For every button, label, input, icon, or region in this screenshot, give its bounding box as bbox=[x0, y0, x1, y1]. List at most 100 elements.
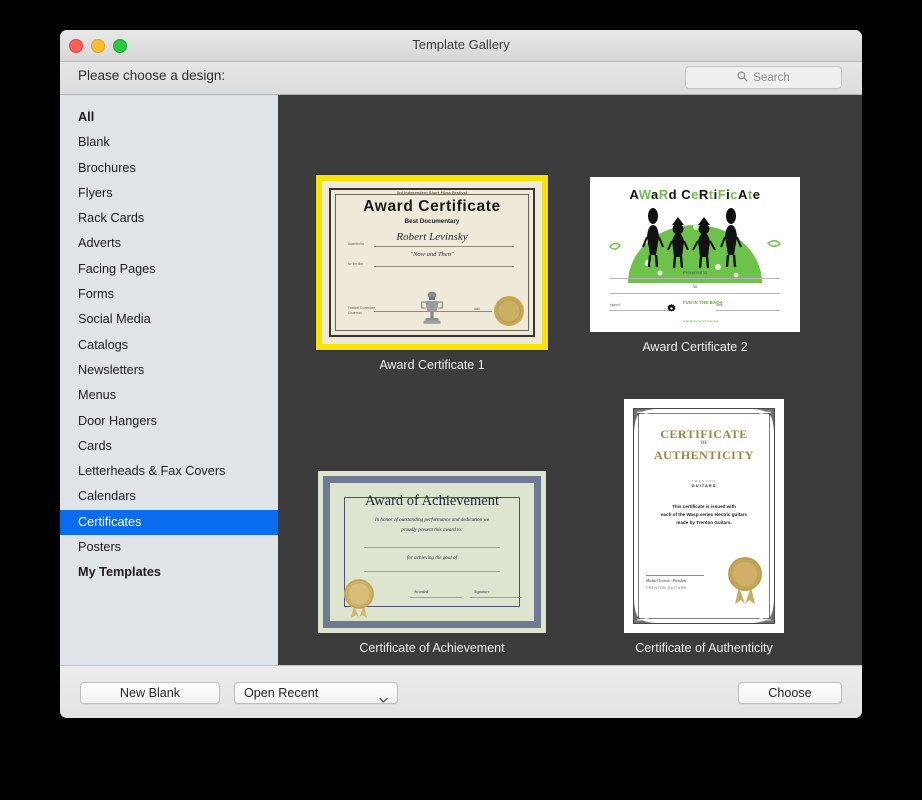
sidebar-item-label: Brochures bbox=[78, 160, 136, 175]
for-the-film-label: for the film bbox=[348, 262, 363, 266]
for-label: for bbox=[692, 284, 698, 289]
sidebar-item-label: Blank bbox=[78, 135, 110, 150]
sidebar-item-label: My Templates bbox=[78, 565, 161, 580]
template-tile-certificate-of-achievement[interactable]: Award of Achievement In honor of outstan… bbox=[318, 471, 546, 655]
certificate-title-line-1: CERTIFICATE bbox=[660, 427, 748, 441]
template-caption: Certificate of Authenticity bbox=[635, 641, 773, 655]
sidebar-item-label: Cards bbox=[78, 438, 112, 453]
sidebar-item-label: Newsletters bbox=[78, 362, 145, 377]
search-input[interactable]: Search bbox=[685, 66, 842, 89]
sidebar-item-door-hangers[interactable]: Door Hangers bbox=[60, 409, 278, 434]
sidebar-item-my-templates[interactable]: My Templates bbox=[60, 560, 278, 585]
template-gallery-window: Template Gallery Please choose a design:… bbox=[60, 30, 862, 718]
new-blank-button[interactable]: New Blank bbox=[80, 682, 220, 704]
name-rule bbox=[374, 246, 514, 247]
body-line-1: This certificate is issued with bbox=[672, 504, 736, 509]
sidebar-item-label: Facing Pages bbox=[78, 261, 156, 276]
awarded-label: Awarded bbox=[414, 589, 429, 594]
window-titlebar: Template Gallery bbox=[60, 30, 862, 62]
sidebar-item-label: Calendars bbox=[78, 489, 136, 504]
category-sidebar[interactable]: All Blank Brochures Flyers Rack Cards Ad… bbox=[60, 95, 278, 665]
gallery-body: All Blank Brochures Flyers Rack Cards Ad… bbox=[60, 95, 862, 665]
template-thumbnail[interactable]: Award of Achievement In honor of outstan… bbox=[318, 471, 546, 633]
gallery-subheader: Please choose a design: Search bbox=[60, 62, 862, 95]
search-placeholder-text: Search bbox=[753, 71, 790, 84]
name-rule bbox=[610, 278, 780, 279]
sidebar-item-catalogs[interactable]: Catalogs bbox=[60, 333, 278, 358]
sidebar-item-social-media[interactable]: Social Media bbox=[60, 307, 278, 332]
festival-committee-label: Festival Committee bbox=[348, 306, 376, 310]
honor-line-2: proudly present this award to: bbox=[401, 527, 463, 533]
sidebar-item-label: Posters bbox=[78, 540, 122, 555]
signature-rule bbox=[470, 597, 522, 598]
template-thumbnail[interactable]: CERTIFICATE OF AUTHENTICITY TRENTON GUIT… bbox=[624, 399, 784, 633]
template-tile-certificate-of-authenticity[interactable]: CERTIFICATE OF AUTHENTICITY TRENTON GUIT… bbox=[624, 399, 784, 655]
sidebar-item-blank[interactable]: Blank bbox=[60, 130, 278, 155]
prompt-label: Please choose a design: bbox=[78, 68, 226, 83]
sidebar-item-brochures[interactable]: Brochures bbox=[60, 156, 278, 181]
signature-label: Signature bbox=[474, 589, 490, 594]
award-certificate-2-preview: AWaRd CeRtiFicAte Presented to for signe… bbox=[590, 177, 800, 332]
sidebar-item-label: All bbox=[78, 110, 95, 124]
awarded-to-label: Awarded to bbox=[348, 242, 365, 246]
sidebar-item-facing-pages[interactable]: Facing Pages bbox=[60, 257, 278, 282]
festival-line: 3rd Independent Short Films Festival bbox=[396, 191, 468, 195]
awarded-rule bbox=[410, 597, 462, 598]
template-thumbnail[interactable]: 3rd Independent Short Films Festival Awa… bbox=[316, 175, 548, 350]
sidebar-item-label: Social Media bbox=[78, 312, 151, 327]
certificate-body: This certificate is issued with each of … bbox=[642, 503, 766, 527]
sidebar-item-rack-cards[interactable]: Rack Cards bbox=[60, 206, 278, 231]
sidebar-item-posters[interactable]: Posters bbox=[60, 535, 278, 560]
sidebar-item-label: Certificates bbox=[78, 514, 142, 529]
logo-name: FUN IN THE BACK bbox=[682, 300, 723, 305]
template-thumbnail[interactable]: AWaRd CeRtiFicAte Presented to for signe… bbox=[590, 177, 800, 332]
brand-mark: TRENTON GUITARS bbox=[624, 479, 784, 488]
sidebar-item-menus[interactable]: Menus bbox=[60, 383, 278, 408]
gold-seal-icon bbox=[728, 557, 762, 604]
open-recent-select[interactable]: Open Recent bbox=[234, 682, 398, 704]
sidebar-item-label: Menus bbox=[78, 388, 117, 403]
window-title: Template Gallery bbox=[412, 37, 510, 52]
sidebar-item-calendars[interactable]: Calendars bbox=[60, 484, 278, 509]
sidebar-item-all[interactable]: All bbox=[60, 105, 278, 130]
template-grid: 3rd Independent Short Films Festival Awa… bbox=[278, 95, 862, 665]
template-tile-award-certificate-1[interactable]: 3rd Independent Short Films Festival Awa… bbox=[316, 175, 548, 372]
film-rule bbox=[374, 266, 514, 267]
sidebar-item-letterheads-fax-covers[interactable]: Letterheads & Fax Covers bbox=[60, 459, 278, 484]
certificate-title-of: OF bbox=[700, 441, 708, 446]
sidebar-item-flyers[interactable]: Flyers bbox=[60, 181, 278, 206]
signature-rule bbox=[646, 575, 704, 576]
date-label: date bbox=[474, 307, 481, 311]
choose-button[interactable]: Choose bbox=[738, 682, 842, 704]
open-recent-label: Open Recent bbox=[244, 686, 319, 700]
template-tile-award-certificate-2[interactable]: AWaRd CeRtiFicAte Presented to for signe… bbox=[590, 177, 800, 354]
chevron-down-icon bbox=[379, 690, 388, 711]
template-caption: Certificate of Achievement bbox=[359, 641, 505, 655]
brand-logo: FUN IN THE BACK entertaining fun for eve… bbox=[590, 291, 800, 327]
honor-line-1: In honor of outstanding performance and … bbox=[374, 517, 490, 523]
gold-seal-icon bbox=[344, 579, 374, 618]
sidebar-item-newsletters[interactable]: Newsletters bbox=[60, 358, 278, 383]
search-icon bbox=[737, 69, 748, 87]
body-line-2: each of the Wasp series electric guitars bbox=[660, 512, 748, 518]
goal-rule bbox=[364, 571, 500, 572]
sidebar-item-forms[interactable]: Forms bbox=[60, 282, 278, 307]
goal-line: for achieving the goal of bbox=[406, 555, 458, 561]
certificate-title: Award Certificate bbox=[363, 198, 501, 215]
dialog-footer: New Blank Open Recent Choose bbox=[60, 665, 862, 718]
sidebar-item-certificates[interactable]: Certificates bbox=[60, 509, 278, 536]
corner-ornament-icon bbox=[634, 601, 656, 623]
certificate-subtitle: Best Documentary bbox=[404, 218, 460, 225]
logo-tagline: entertaining fun for everyone bbox=[682, 319, 719, 323]
sidebar-item-cards[interactable]: Cards bbox=[60, 434, 278, 459]
signer-name: Michael Trenton - President bbox=[646, 579, 687, 583]
sidebar-item-adverts[interactable]: Adverts bbox=[60, 231, 278, 256]
certificate-title: AWaRd CeRtiFicAte bbox=[629, 187, 761, 202]
sidebar-item-label: Rack Cards bbox=[78, 211, 145, 226]
certificate-title: Award of Achievement bbox=[365, 493, 499, 509]
presented-to-label: Presented to bbox=[683, 270, 707, 275]
sidebar-item-label: Letterheads & Fax Covers bbox=[78, 464, 226, 479]
certificate-title-line-2: AUTHENTICITY bbox=[653, 448, 755, 462]
gold-seal-icon bbox=[494, 296, 524, 326]
recipient-rule bbox=[364, 547, 500, 548]
